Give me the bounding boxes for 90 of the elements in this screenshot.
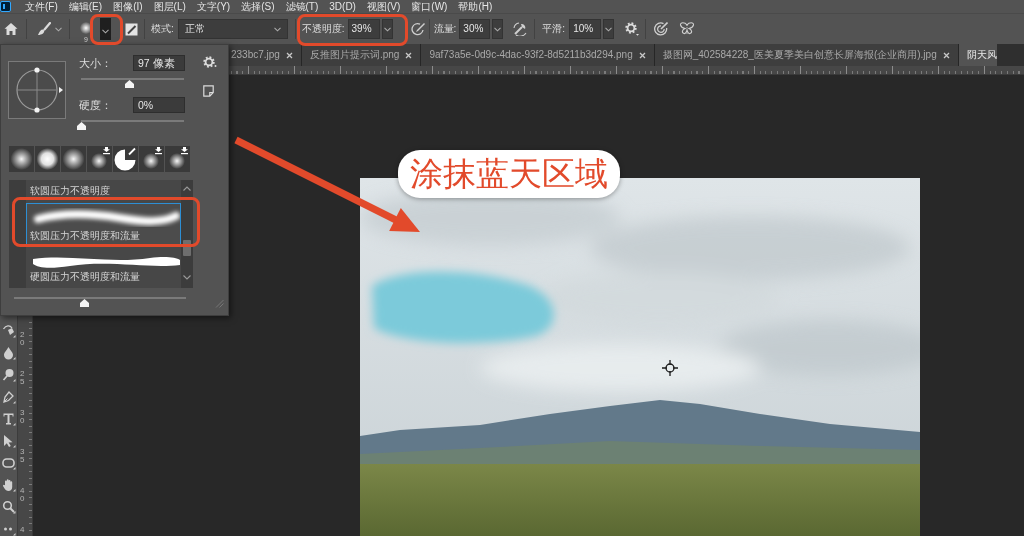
document-tab[interactable]: 摄图网_402584228_医美夏季美白创意长屏海报(企业商用).jpg xyxy=(654,44,959,66)
brush-preset-item[interactable]: 软圆压力不透明度和流量 xyxy=(26,203,181,245)
lollipop-icon[interactable] xyxy=(1,368,16,382)
brush-tip-icon[interactable] xyxy=(35,146,60,172)
menu-item[interactable]: 帮助(H) xyxy=(458,0,493,13)
slider-thumb[interactable] xyxy=(80,299,89,307)
hardness-field[interactable]: 0% xyxy=(133,97,185,113)
annotation-label: 涂抹蓝天区域 xyxy=(398,150,620,198)
menu-item[interactable]: 3D(D) xyxy=(329,0,356,13)
brush-tip-icon[interactable] xyxy=(113,146,138,172)
menu-item[interactable]: 文字(Y) xyxy=(196,0,231,13)
menu-item[interactable]: 视图(V) xyxy=(366,0,401,13)
flow-field[interactable]: 30% xyxy=(459,19,491,39)
caret-icon xyxy=(383,26,391,32)
highlight-frame xyxy=(90,14,123,45)
caret-icon xyxy=(494,26,502,32)
slider-thumb[interactable] xyxy=(76,122,86,130)
smoothing-field[interactable]: 10% xyxy=(569,19,602,39)
caret-icon[interactable] xyxy=(55,26,62,32)
opacity-dropdown-button[interactable] xyxy=(381,19,393,39)
flow-label: 流量: xyxy=(433,23,457,35)
caret-icon xyxy=(273,26,281,32)
brush-icon[interactable] xyxy=(37,22,51,36)
menu-item[interactable]: 图像(I) xyxy=(113,0,143,13)
menu-item[interactable]: 图层(L) xyxy=(153,0,186,13)
butterfly-icon[interactable] xyxy=(679,22,696,36)
brush-preset-item[interactable]: 硬圆压力不透明度和流量 xyxy=(26,250,181,286)
airbrush-icon[interactable] xyxy=(513,22,528,36)
brush-tip-icon[interactable] xyxy=(9,146,34,172)
settings-icon[interactable] xyxy=(625,22,640,36)
close-icon[interactable] xyxy=(638,51,646,59)
menu-item[interactable]: 滤镜(T) xyxy=(285,0,319,13)
close-icon[interactable] xyxy=(405,51,413,59)
pen-icon[interactable] xyxy=(1,390,16,404)
brush-tip-icon[interactable] xyxy=(61,146,86,172)
caret-icon xyxy=(605,26,613,32)
ruler-number: 4 xyxy=(20,526,26,536)
home-icon[interactable] xyxy=(4,22,18,36)
brush-options-dropdown[interactable] xyxy=(100,18,111,40)
ruler-number: 20 xyxy=(20,331,26,349)
settings-icon[interactable] xyxy=(203,55,217,69)
hardness-label: 硬度： xyxy=(79,98,113,113)
app-logo-icon[interactable] xyxy=(0,1,11,12)
pointer-icon[interactable] xyxy=(1,434,16,448)
caret-icon xyxy=(102,29,109,34)
size-label: 大小： xyxy=(79,56,113,71)
scrollbar-thumb[interactable] xyxy=(183,240,191,256)
close-icon[interactable] xyxy=(285,51,293,59)
drop-icon[interactable] xyxy=(1,346,16,360)
smoothing-dropdown-button[interactable] xyxy=(603,19,615,39)
ruler-number: 40 xyxy=(20,487,26,505)
brush-preset-item[interactable]: 软圆压力不透明度 xyxy=(26,184,181,198)
close-icon[interactable] xyxy=(942,51,950,59)
ruler-number: 35 xyxy=(20,448,26,466)
hand-icon[interactable] xyxy=(1,478,16,492)
target-pen-icon[interactable] xyxy=(654,22,669,36)
zoom-icon[interactable] xyxy=(1,500,16,514)
smoothing-label: 平滑: xyxy=(542,23,566,35)
ruler-number: 25 xyxy=(20,370,26,388)
scroll-up-icon[interactable] xyxy=(183,186,191,191)
menu-item[interactable]: 选择(S) xyxy=(241,0,275,13)
ruler-number: 30 xyxy=(20,409,26,427)
menu-item[interactable]: 编辑(E) xyxy=(68,0,103,13)
brush-angle-preview[interactable] xyxy=(8,61,66,119)
opacity-field[interactable]: 39% xyxy=(347,19,380,39)
brush-tip-icon[interactable] xyxy=(87,146,112,172)
opacity-label: 不透明度: xyxy=(301,23,345,35)
document-tab[interactable]: 阴天风 xyxy=(958,44,997,66)
resize-grip-icon[interactable] xyxy=(214,298,224,308)
soft-brush-icon xyxy=(80,21,92,34)
scrollbar[interactable] xyxy=(181,180,193,288)
size-field[interactable]: 97 像素 xyxy=(133,55,185,71)
document-tab[interactable]: 9af73a5e-0d9c-4dac-93f2-8d5211b3d294.png xyxy=(421,44,655,66)
pen-pressure-icon[interactable] xyxy=(410,22,425,36)
mode-label: 模式: xyxy=(151,23,174,35)
menu-item[interactable]: 窗口(W) xyxy=(411,0,448,13)
new-preset-icon[interactable] xyxy=(203,85,214,97)
rounded-rectangle-icon[interactable] xyxy=(1,456,16,470)
blend-mode-select[interactable]: 正常 xyxy=(177,19,288,39)
document-tab[interactable]: 反推图片提示词.png xyxy=(301,44,422,66)
crosshair-cursor-icon xyxy=(662,360,678,376)
flow-dropdown-button[interactable] xyxy=(492,19,504,39)
menu-item[interactable]: 文件(F) xyxy=(25,0,58,13)
slider-thumb[interactable] xyxy=(124,80,134,88)
curved-arrow-icon[interactable] xyxy=(1,324,16,338)
scroll-down-icon[interactable] xyxy=(183,275,191,280)
brush-tip-icon[interactable] xyxy=(139,146,164,172)
panel-toggle-icon[interactable] xyxy=(125,22,138,36)
brush-tip-icon[interactable] xyxy=(165,146,190,172)
type-tool-icon[interactable] xyxy=(1,412,16,426)
